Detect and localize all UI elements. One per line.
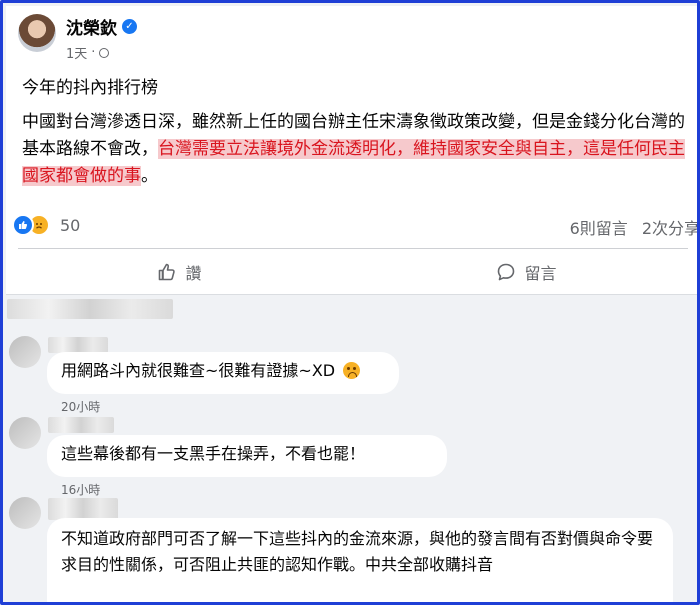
post-body: 中國對台灣滲透日深，雖然新上任的國台辦主任宋濤象徵政策改變，但是金錢分化台灣的基… [22,109,687,190]
verified-badge-icon: ✓ [122,19,137,34]
blurred-commenter-banner [7,299,173,319]
speech-bubble-icon [496,262,516,282]
comment-text: 用網路斗內就很難查~很難有證據~XD [61,361,336,380]
post-body-end: 。 [141,166,158,186]
globe-icon [99,47,110,58]
like-button-label: 讚 [185,264,202,283]
post-action-bar: 讚 留言 [6,255,697,289]
comment-button[interactable]: 留言 [353,255,697,289]
comment-bubble: 不知道政府部門可否了解一下這些抖內的金流來源，與他的發言間有否對價與命令要求目的… [47,518,673,602]
sad-emoji-icon [343,362,361,379]
thumbs-up-icon [157,262,177,282]
action-divider [18,248,688,249]
commenter-avatar[interactable] [9,417,41,449]
comment-text: 這些幕後都有一支黑手在操弄，不看也罷！ [61,444,366,463]
post-time[interactable]: 1天 [66,43,87,62]
reaction-summary[interactable]: 50 [12,214,80,236]
post-meta: 1天 · [66,43,110,62]
author-row: 沈榮欽 ✓ [66,14,137,39]
like-icon [12,214,34,236]
blurred-commenter-name [48,337,108,353]
commenter-avatar[interactable] [9,497,41,529]
comment-time[interactable]: 16小時 [61,481,100,498]
comment-button-label: 留言 [524,264,557,283]
like-button[interactable]: 讚 [6,255,353,289]
blurred-commenter-name [48,417,114,433]
share-count-link[interactable]: 2次分享 [642,215,697,239]
author-name[interactable]: 沈榮欽 [66,14,117,39]
comment-count-link[interactable]: 6則留言 [570,215,628,239]
meta-separator: · [91,45,96,60]
screenshot-frame: 沈榮欽 ✓ 1天 · 今年的抖內排行榜 中國對台灣滲透日深，雖然新上任的國台辦主… [0,0,700,605]
author-avatar[interactable] [18,14,56,52]
comment-bubble: 用網路斗內就很難查~很難有證據~XD [47,352,399,394]
comment-time[interactable]: 20小時 [61,398,100,415]
comment-bubble: 這些幕後都有一支黑手在操弄，不看也罷！ [47,435,447,477]
post-card: 沈榮欽 ✓ 1天 · 今年的抖內排行榜 中國對台灣滲透日深，雖然新上任的國台辦主… [6,6,697,295]
reaction-count: 50 [60,215,81,235]
comment-text: 不知道政府部門可否了解一下這些抖內的金流來源，與他的發言間有否對價與命令要求目的… [61,529,654,574]
post-stats: 6則留言 2次分享 [570,215,697,239]
post-title-line: 今年的抖內排行榜 [22,78,158,98]
commenter-avatar[interactable] [9,336,41,368]
blurred-commenter-name [48,498,118,520]
